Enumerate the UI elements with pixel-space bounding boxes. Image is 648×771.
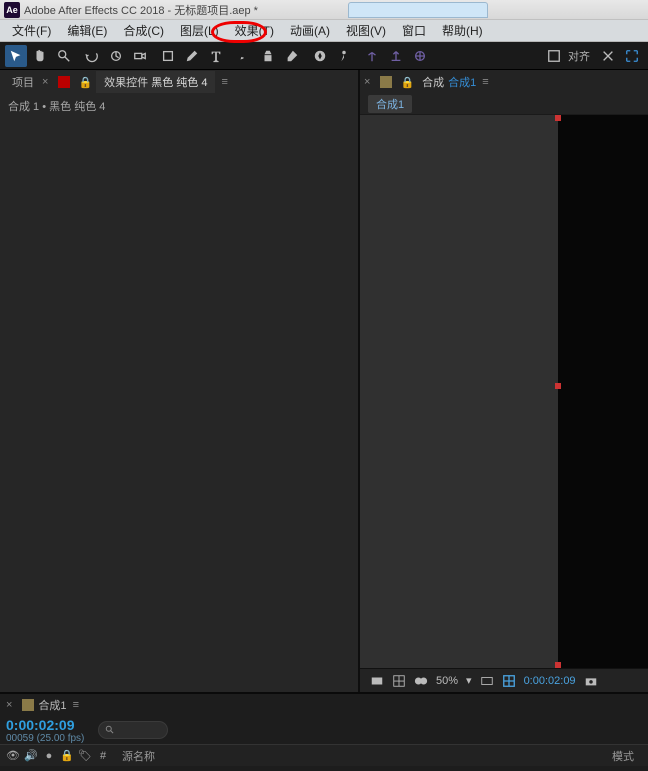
solo-col-icon[interactable]: ● xyxy=(40,750,58,762)
menu-help[interactable]: 帮助(H) xyxy=(434,20,491,41)
orbit-tool[interactable] xyxy=(81,45,103,67)
lock-col-icon[interactable]: 🔒 xyxy=(58,749,76,762)
tab-project[interactable]: 项目 xyxy=(4,71,42,93)
zoom-level[interactable]: 50% xyxy=(436,675,458,687)
brush-tool[interactable] xyxy=(233,45,255,67)
window-title: Adobe After Effects CC 2018 - 无标题项目.aep … xyxy=(24,2,258,18)
timeline-timecode[interactable]: 0:00:02:09 xyxy=(6,717,84,733)
comp-tab-link[interactable]: 合成1 xyxy=(448,74,476,90)
toolbar: 对齐 xyxy=(0,42,648,70)
app-icon: Ae xyxy=(4,2,20,18)
layer-handle[interactable] xyxy=(555,662,561,668)
comp-tab-label: 合成 xyxy=(422,74,444,90)
tab-effects-target: 黑色 纯色 4 xyxy=(151,77,207,89)
hand-tool[interactable] xyxy=(29,45,51,67)
puppet-tool[interactable] xyxy=(333,45,355,67)
timeline-tabs: × 合成1 ≡ xyxy=(0,694,648,716)
color-swatch-icon xyxy=(58,76,70,88)
timeline-frame-info: 00059 (25.00 fps) xyxy=(6,733,84,744)
snap-checkbox[interactable] xyxy=(543,45,565,67)
timeline-tab[interactable]: 合成1 xyxy=(38,697,66,713)
close-timeline-icon[interactable]: × xyxy=(6,699,12,711)
camera-tool[interactable] xyxy=(129,45,151,67)
video-col-icon[interactable]: 👁 xyxy=(4,749,22,762)
eraser-tool[interactable] xyxy=(281,45,303,67)
channel-icon[interactable] xyxy=(480,674,494,688)
menu-file[interactable]: 文件(F) xyxy=(4,20,59,41)
zoom-dropdown-icon[interactable]: ▾ xyxy=(466,674,472,687)
menu-layer[interactable]: 图层(L) xyxy=(172,20,227,41)
menu-composition[interactable]: 合成(C) xyxy=(115,20,172,41)
close-comp-icon[interactable]: × xyxy=(364,76,370,88)
menu-edit[interactable]: 编辑(E) xyxy=(59,20,115,41)
tab-effect-controls[interactable]: 效果控件 黑色 纯色 4 xyxy=(96,71,215,93)
clone-tool[interactable] xyxy=(257,45,279,67)
timeline-menu-icon[interactable]: ≡ xyxy=(73,699,79,711)
res-icon[interactable] xyxy=(370,674,384,688)
expand-icon[interactable] xyxy=(621,45,643,67)
label-col-icon[interactable]: 🏷 xyxy=(76,749,94,762)
timeline-header: 0:00:02:09 00059 (25.00 fps) xyxy=(0,716,648,744)
comp-flowchart-row: 合成1 xyxy=(360,94,648,114)
world-axis-icon[interactable] xyxy=(385,45,407,67)
comp-lock-icon[interactable]: 🔒 xyxy=(400,76,414,89)
effects-body xyxy=(0,118,358,692)
viewer-footer: 50% ▾ 0:00:02:09 xyxy=(360,668,648,692)
comp-canvas xyxy=(558,115,648,668)
local-axis-icon[interactable] xyxy=(361,45,383,67)
timeline-columns: 👁 🔊 ● 🔒 🏷 # 源名称 模式 xyxy=(0,744,648,766)
layer-handle[interactable] xyxy=(555,115,561,121)
viewer-timecode[interactable]: 0:00:02:09 xyxy=(524,675,576,687)
rotate-tool[interactable] xyxy=(105,45,127,67)
zoom-tool[interactable] xyxy=(53,45,75,67)
roto-tool[interactable] xyxy=(309,45,331,67)
audio-col-icon[interactable]: 🔊 xyxy=(22,749,40,762)
snapshot-icon[interactable] xyxy=(584,674,598,688)
snap-label: 对齐 xyxy=(568,48,590,64)
menu-window[interactable]: 窗口 xyxy=(394,20,434,41)
title-bar: Ae Adobe After Effects CC 2018 - 无标题项目.a… xyxy=(0,0,648,20)
left-panel: 项目 × 🔒 效果控件 黑色 纯色 4 ≡ 合成 1 • 黑色 纯色 4 xyxy=(0,70,360,692)
menu-bar: 文件(F) 编辑(E) 合成(C) 图层(L) 效果(T) 动画(A) 视图(V… xyxy=(0,20,648,42)
comp-flowchart-chip[interactable]: 合成1 xyxy=(368,95,412,113)
tab-effects-label: 效果控件 xyxy=(104,77,148,89)
mode-col[interactable]: 模式 xyxy=(612,748,634,764)
source-name-col[interactable]: 源名称 xyxy=(122,748,155,764)
close-tab-icon[interactable]: × xyxy=(42,76,48,88)
comp-panel-menu-icon[interactable]: ≡ xyxy=(482,76,488,88)
left-panel-tabs: 项目 × 🔒 效果控件 黑色 纯色 4 ≡ xyxy=(0,70,358,94)
index-col: # xyxy=(94,750,112,762)
comp-swatch-icon xyxy=(380,76,392,88)
effects-breadcrumb: 合成 1 • 黑色 纯色 4 xyxy=(0,94,358,118)
mask-icon[interactable] xyxy=(414,674,428,688)
panel-menu-icon[interactable]: ≡ xyxy=(221,76,227,88)
selection-tool[interactable] xyxy=(5,45,27,67)
layer-handle[interactable] xyxy=(555,383,561,389)
menu-animation[interactable]: 动画(A) xyxy=(282,20,338,41)
menu-view[interactable]: 视图(V) xyxy=(338,20,394,41)
search-icon xyxy=(105,725,115,735)
transparency-icon[interactable] xyxy=(502,674,516,688)
rect-tool[interactable] xyxy=(157,45,179,67)
timeline-panel: × 合成1 ≡ 0:00:02:09 00059 (25.00 fps) 👁 🔊… xyxy=(0,692,648,771)
right-panel: × 🔒 合成 合成1 ≡ 合成1 50% ▾ 0:00:02:09 xyxy=(360,70,648,692)
main-area: 项目 × 🔒 效果控件 黑色 纯色 4 ≡ 合成 1 • 黑色 纯色 4 × 🔒… xyxy=(0,70,648,692)
composition-tabs: × 🔒 合成 合成1 ≡ xyxy=(360,70,648,94)
type-tool[interactable] xyxy=(205,45,227,67)
view-axis-icon[interactable] xyxy=(409,45,431,67)
menu-effect[interactable]: 效果(T) xyxy=(227,20,282,41)
lock-icon[interactable]: 🔒 xyxy=(78,76,92,89)
pen-tool[interactable] xyxy=(181,45,203,67)
composition-viewer[interactable] xyxy=(360,114,648,668)
background-tab[interactable] xyxy=(348,2,488,18)
timeline-swatch-icon xyxy=(22,699,34,711)
timeline-search[interactable] xyxy=(98,721,168,739)
grid-icon[interactable] xyxy=(392,674,406,688)
search-help-icon[interactable] xyxy=(597,45,619,67)
